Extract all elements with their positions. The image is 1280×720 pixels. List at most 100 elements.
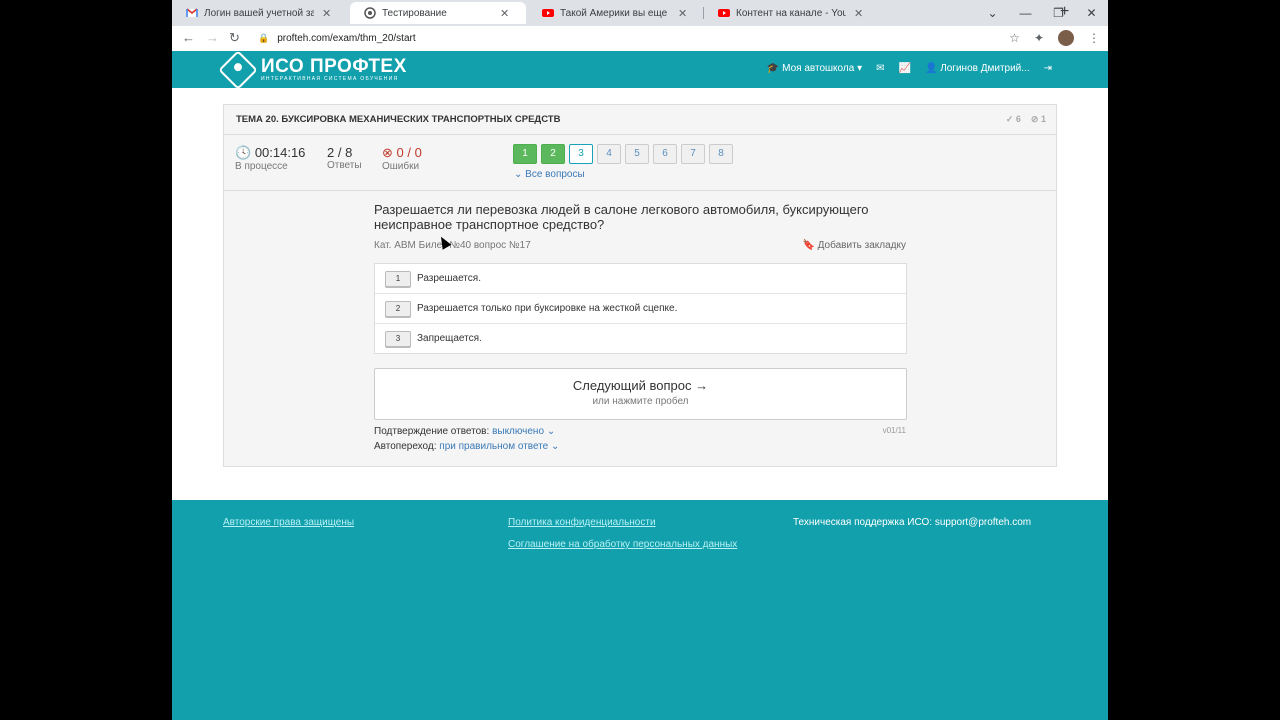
chevron-down-icon: ⌄ [551,441,560,452]
star-icon[interactable]: ☆ [1009,31,1020,45]
auto-toggle[interactable]: при правильном ответе ⌄ [439,441,559,452]
agreement-link[interactable]: Соглашение на обработку персональных дан… [508,539,737,550]
privacy-link[interactable]: Политика конфиденциальности [508,517,656,528]
site-footer: Авторские права защищены Политика конфид… [172,500,1108,720]
answer-number: 3 [385,330,411,347]
answer-number: 1 [385,270,411,287]
site-header: ИСО ПРОФТЕХ ИНТЕРАКТИВНАЯ СИСТЕМА ОБУЧЕН… [172,50,1108,90]
question-number[interactable]: 5 [625,144,649,164]
stats-icon[interactable]: 📈 [899,63,911,74]
browser-tab-testing[interactable]: Тестирование ✕ [350,2,526,24]
confirm-option: Подтверждение ответов: выключено ⌄ [374,426,555,437]
lock-icon: 🔒 [258,32,270,43]
question-text: Разрешается ли перевозка людей в салоне … [374,202,869,232]
answer-number: 2 [385,300,411,317]
window-controls: ⌄ — ❐ ✕ [976,0,1108,26]
exam-panel: ТЕМА 20. БУКСИРОВКА МЕХАНИЧЕСКИХ ТРАНСПО… [223,104,1057,467]
browser-tab-youtube-2[interactable]: Контент на канале - YouTube St ✕ [704,2,880,24]
close-icon[interactable]: ✕ [322,7,331,20]
next-question-label: Следующий вопрос → [572,378,709,393]
answer-option[interactable]: 3 Запрещается. [375,324,906,353]
logo[interactable]: ИСО ПРОФТЕХ ИНТЕРАКТИВНАЯ СИСТЕМА ОБУЧЕН… [218,50,407,90]
web-page: ИСО ПРОФТЕХ ИНТЕРАКТИВНАЯ СИСТЕМА ОБУЧЕН… [172,50,1108,720]
answers-label: Ответы [327,160,362,171]
next-question-button[interactable]: Следующий вопрос → или нажмите пробел [374,368,907,420]
extensions-icon[interactable]: ✦ [1034,31,1044,45]
copyright-link[interactable]: Авторские права защищены [223,517,354,528]
back-icon[interactable]: ← [182,30,195,45]
logout-icon[interactable]: ⇥ [1044,63,1052,74]
question-number[interactable]: 2 [541,144,565,164]
question-number-current[interactable]: 3 [569,144,593,164]
all-questions-label: Все вопросы [525,169,585,180]
clock-icon: 🕓 [235,145,252,160]
stats-bar: 🕓 00:14:16 В процессе 2 / 8 Ответы ⊗ 0 /… [224,135,1056,191]
question-number[interactable]: 1 [513,144,537,164]
logo-title: ИСО ПРОФТЕХ [261,56,407,77]
chevron-down-icon: ⌄ [514,169,523,180]
answers-stat: 2 / 8 Ответы [327,145,362,171]
answer-text: Разрешается. [417,273,481,284]
errors-label: Ошибки [382,161,420,172]
youtube-icon [542,9,554,17]
timer: 🕓 00:14:16 В процессе [235,145,305,172]
user-icon: 👤 [924,63,938,74]
answer-option[interactable]: 1 Разрешается. [375,264,906,294]
tab-title: Логин вашей учетной записи б [204,7,314,19]
answer-text: Разрешается только при буксировке на жес… [417,303,678,314]
check-icon: ✓ [1005,114,1014,124]
answer-option[interactable]: 2 Разрешается только при буксировке на ж… [375,294,906,324]
error-icon: ⊗ [382,145,393,160]
menu-icon[interactable]: ⋮ [1088,31,1100,45]
browser-tab-bar: Логин вашей учетной записи б ✕ Тестирова… [172,0,1108,26]
user-name: Логинов Дмитрий... [940,63,1030,74]
tab-title: Тестирование [382,7,447,19]
auto-label: Автопереход: [374,441,437,452]
address-bar[interactable]: 🔒 profteh.com/exam/thm_20/start [252,28,1022,48]
close-icon[interactable]: ✕ [678,7,687,20]
mail-icon[interactable]: ✉ [876,63,884,74]
close-icon[interactable]: ✕ [500,7,509,20]
browser-tab-gmail[interactable]: Логин вашей учетной записи б ✕ [172,2,348,24]
bookmark-label: Добавить закладку [817,240,906,251]
tab-search-icon[interactable]: ⌄ [976,6,1009,20]
question-number[interactable]: 8 [709,144,733,164]
bookmark-icon: 🔖 [802,240,815,251]
minimize-button[interactable]: — [1009,6,1042,20]
confirm-toggle[interactable]: выключено ⌄ [492,426,555,437]
browser-tab-youtube-1[interactable]: Такой Америки вы еще не видє ✕ [528,2,704,24]
ban-icon: ⊘ [1030,114,1039,124]
logo-subtitle: ИНТЕРАКТИВНАЯ СИСТЕМА ОБУЧЕНИЯ [261,76,399,82]
question-number[interactable]: 6 [653,144,677,164]
correct-count: ✓ 6 [1005,114,1021,124]
topic-title: ТЕМА 20. БУКСИРОВКА МЕХАНИЧЕСКИХ ТРАНСПО… [236,114,561,125]
wrong-count: ⊘ 1 [1030,114,1046,124]
school-menu[interactable]: 🎓 Моя автошкола ▾ [767,63,862,74]
url-text: profteh.com/exam/thm_20/start [277,32,416,44]
close-icon[interactable]: ✕ [854,7,863,20]
graduation-cap-icon: 🎓 [766,63,780,74]
bookmark-button[interactable]: 🔖 Добавить закладку [802,240,906,251]
all-questions-toggle[interactable]: ⌄ Все вопросы [514,169,585,180]
browser-toolbar: ← → ↻ 🔒 profteh.com/exam/thm_20/start ☆ … [172,26,1108,52]
gmail-icon [186,8,198,17]
user-menu[interactable]: 👤 Логинов Дмитрий... [925,63,1030,74]
reload-icon[interactable]: ↻ [229,30,240,46]
restore-button[interactable]: ❐ [1042,6,1075,20]
question-meta: Кат. ABM Билет №40 вопрос №17 [374,240,531,251]
errors-value: 0 / 0 [396,145,422,160]
tab-title: Контент на канале - YouTube St [736,7,846,19]
profile-avatar[interactable] [1058,30,1074,46]
auto-option: Автопереход: при правильном ответе ⌄ [374,441,559,452]
tab-title: Такой Америки вы еще не видє [560,7,670,19]
school-menu-label: Моя автошкола [782,63,855,74]
answers-list: 1 Разрешается. 2 Разрешается только при … [374,263,907,354]
chevron-down-icon: ⌄ [546,426,556,437]
close-window-button[interactable]: ✕ [1075,6,1108,20]
forward-icon[interactable]: → [206,30,219,45]
question-nav: 1 2 3 4 5 6 7 8 [513,144,733,164]
time-label: В процессе [235,161,288,172]
logo-icon [218,50,258,90]
question-number[interactable]: 7 [681,144,705,164]
question-number[interactable]: 4 [597,144,621,164]
